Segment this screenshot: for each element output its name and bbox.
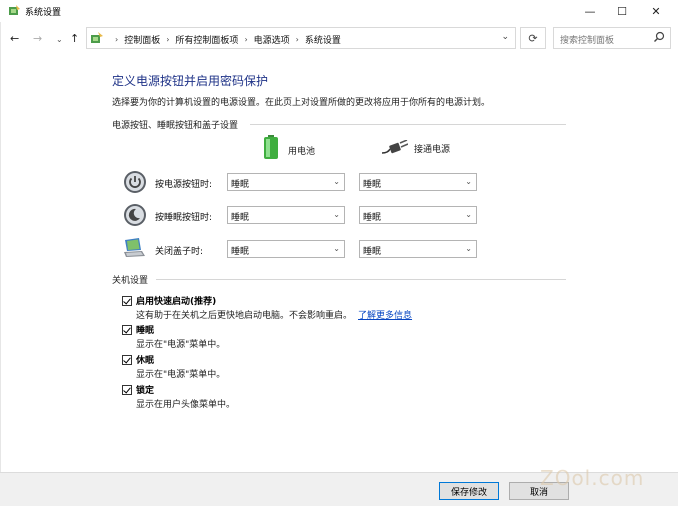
- chevron-down-icon: ⌄: [333, 210, 340, 219]
- breadcrumb-separator-icon[interactable]: ›: [296, 35, 299, 44]
- recent-locations-chevron-icon[interactable]: ⌄: [56, 35, 63, 44]
- hibernate-option[interactable]: 休眠: [122, 353, 154, 366]
- hibernate-option-label[interactable]: 休眠: [136, 353, 154, 366]
- address-bar[interactable]: › 控制面板 › 所有控制面板项 › 电源选项 › 系统设置 ⌄: [86, 27, 516, 49]
- breadcrumb: › 控制面板 › 所有控制面板项 › 电源选项 › 系统设置: [109, 33, 341, 46]
- search-box[interactable]: 搜索控制面板: [553, 27, 671, 49]
- battery-column-header: 用电池: [262, 135, 316, 160]
- power-section-heading: 电源按钮、睡眠按钮和盖子设置: [112, 121, 239, 131]
- chevron-down-icon: ⌄: [465, 177, 472, 186]
- battery-icon: [264, 135, 278, 159]
- power-plug-icon: [382, 140, 408, 154]
- sleep-checkbox[interactable]: [122, 324, 132, 335]
- control-panel-icon: [91, 32, 103, 43]
- chevron-down-icon: ⌄: [333, 244, 340, 253]
- select-value: 睡眠: [231, 180, 250, 190]
- breadcrumb-separator-icon[interactable]: ›: [166, 35, 169, 44]
- power-button-battery-select[interactable]: 睡眠 ⌄: [227, 173, 345, 191]
- section-divider: [156, 279, 566, 280]
- window-title: 系统设置: [25, 8, 62, 18]
- learn-more-link[interactable]: 了解更多信息: [358, 311, 412, 321]
- laptop-lid-icon: [124, 238, 145, 257]
- breadcrumb-system-settings[interactable]: 系统设置: [305, 33, 341, 46]
- sleep-option[interactable]: 睡眠: [122, 323, 154, 336]
- select-value: 睡眠: [363, 213, 382, 223]
- search-placeholder: 搜索控制面板: [560, 36, 615, 46]
- minimize-button[interactable]: —: [574, 0, 606, 22]
- lid-label: 关闭盖子时:: [155, 247, 204, 257]
- close-button[interactable]: ✕: [640, 0, 672, 22]
- navigation-bar: ← → ⌄ ↑ › 控制面板 › 所有控制面板项 › 电源选项 › 系统设置 ⌄…: [0, 24, 678, 54]
- breadcrumb-power-options[interactable]: 电源选项: [254, 33, 290, 46]
- page-description: 选择要为你的计算机设置的电源设置。在此页上对设置所做的更改将应用于你所有的电源计…: [112, 98, 491, 108]
- select-value: 睡眠: [363, 180, 382, 190]
- section-divider: [250, 124, 566, 125]
- plugged-in-column-label: 接通电源: [414, 144, 451, 155]
- power-button-label: 按电源按钮时:: [155, 180, 213, 190]
- breadcrumb-separator-icon[interactable]: ›: [244, 35, 247, 44]
- fast-startup-checkbox[interactable]: [122, 295, 132, 306]
- select-value: 睡眠: [231, 213, 250, 223]
- sleep-icon: [124, 204, 146, 226]
- forward-arrow-icon[interactable]: →: [33, 32, 42, 45]
- select-value: 睡眠: [231, 247, 250, 257]
- sleep-button-label: 按睡眠按钮时:: [155, 213, 213, 223]
- lid-battery-select[interactable]: 睡眠 ⌄: [227, 240, 345, 258]
- breadcrumb-all-items[interactable]: 所有控制面板项: [175, 33, 238, 46]
- chevron-down-icon: ⌄: [333, 177, 340, 186]
- address-dropdown-chevron-icon[interactable]: ⌄: [501, 32, 509, 42]
- lock-checkbox[interactable]: [122, 384, 132, 395]
- maximize-button[interactable]: ☐: [606, 0, 638, 22]
- save-changes-button[interactable]: 保存修改: [439, 482, 499, 500]
- lock-option-label[interactable]: 锁定: [136, 383, 154, 396]
- hibernate-checkbox[interactable]: [122, 354, 132, 365]
- fast-startup-label[interactable]: 启用快速启动(推荐): [136, 294, 216, 307]
- shutdown-section-heading: 关机设置: [112, 276, 149, 286]
- power-icon: [124, 171, 146, 193]
- refresh-icon: ⟳: [528, 31, 538, 45]
- search-icon[interactable]: [653, 31, 665, 43]
- hibernate-option-description: 显示在"电源"菜单中。: [136, 370, 226, 380]
- sleep-button-plugged-select[interactable]: 睡眠 ⌄: [359, 206, 477, 224]
- up-arrow-icon[interactable]: ↑: [70, 32, 79, 45]
- select-value: 睡眠: [363, 247, 382, 257]
- page-title: 定义电源按钮并启用密码保护: [112, 74, 269, 88]
- fast-startup-description-text: 这有助于在关机之后更快地启动电脑。不会影响重启。: [136, 311, 353, 321]
- battery-column-label: 用电池: [288, 146, 316, 157]
- lid-plugged-select[interactable]: 睡眠 ⌄: [359, 240, 477, 258]
- watermark: ZOol.com: [540, 466, 645, 490]
- plugged-in-column-header: 接通电源: [382, 140, 450, 156]
- breadcrumb-control-panel[interactable]: 控制面板: [124, 33, 160, 46]
- chevron-down-icon: ⌄: [465, 244, 472, 253]
- lock-option-description: 显示在用户头像菜单中。: [136, 400, 236, 410]
- power-button-plugged-select[interactable]: 睡眠 ⌄: [359, 173, 477, 191]
- refresh-button[interactable]: ⟳: [520, 27, 546, 49]
- sleep-button-battery-select[interactable]: 睡眠 ⌄: [227, 206, 345, 224]
- sleep-option-label[interactable]: 睡眠: [136, 323, 154, 336]
- control-panel-app-icon: [9, 5, 20, 15]
- fast-startup-description: 这有助于在关机之后更快地启动电脑。不会影响重启。 了解更多信息: [136, 308, 412, 321]
- chevron-down-icon: ⌄: [465, 210, 472, 219]
- fast-startup-option[interactable]: 启用快速启动(推荐): [122, 294, 216, 307]
- sleep-option-description: 显示在"电源"菜单中。: [136, 340, 226, 350]
- breadcrumb-separator-icon: ›: [115, 35, 119, 44]
- window-left-border: [0, 22, 1, 506]
- title-bar: 系统设置 — ☐ ✕: [0, 0, 678, 22]
- back-arrow-icon[interactable]: ←: [10, 32, 19, 45]
- lock-option[interactable]: 锁定: [122, 383, 154, 396]
